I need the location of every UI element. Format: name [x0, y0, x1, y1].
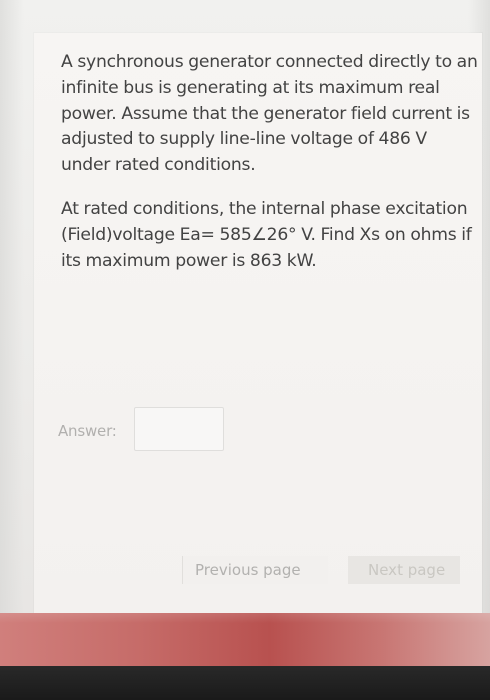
answer-row: Answer:: [58, 407, 238, 457]
answer-input[interactable]: [134, 407, 224, 451]
question-line-1: A synchronous generator connected direct…: [61, 52, 478, 72]
answer-label: Answer:: [58, 422, 117, 440]
question-line-5: under rated conditions.: [61, 155, 256, 176]
left-shadow: [0, 0, 24, 613]
previous-page-button[interactable]: Previous page: [182, 556, 328, 584]
question-line-2: infinite bus is generating at its maximu…: [61, 77, 440, 98]
bottom-dark-bar: [0, 666, 490, 700]
page-navigation: Previous page Next page: [0, 556, 490, 584]
question-line-7: (Field)voltage Ea= 585∠26° V. Find Xs on…: [61, 224, 472, 245]
question-line-4: adjusted to supply line-line voltage of …: [61, 129, 427, 150]
question-line-6: At rated conditions, the internal phase …: [61, 198, 468, 219]
question-line-8: its maximum power is 863 kW.: [61, 250, 317, 271]
bottom-accent-strip: [0, 613, 490, 666]
next-page-button[interactable]: Next page: [348, 556, 460, 584]
question-text: A synchronous generator connected direct…: [61, 50, 478, 274]
question-line-3: power. Assume that the generator field c…: [61, 103, 470, 124]
screen: A synchronous generator connected direct…: [0, 0, 490, 700]
